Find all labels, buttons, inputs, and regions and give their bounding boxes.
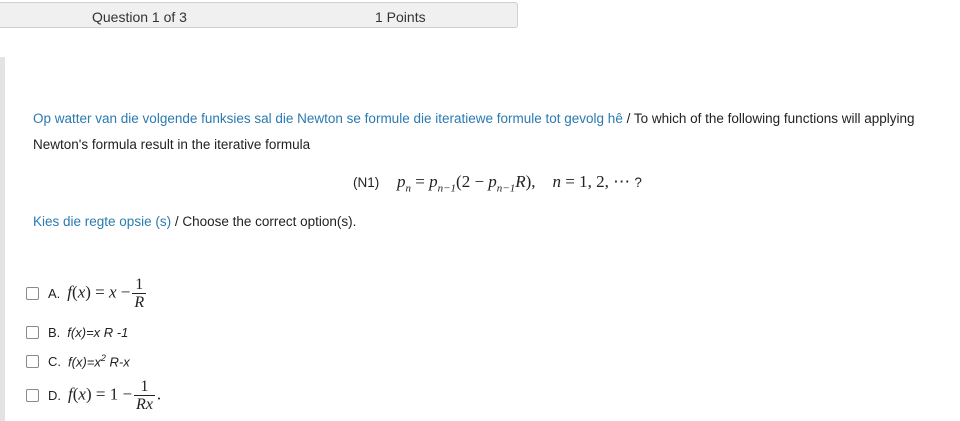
instruction-afrikaans: Kies die regte opsie (s): [33, 214, 172, 229]
equation-label: (N1): [353, 175, 380, 190]
option-b-text: f(x)=x R -1: [67, 325, 129, 340]
option-d-letter: D.: [48, 388, 61, 403]
option-b-checkbox[interactable]: [26, 326, 39, 339]
option-b[interactable]: B. f(x)=x R -1: [26, 325, 128, 340]
instruction: Kies die regte opsie (s) / Choose the co…: [33, 214, 356, 229]
equation-math: pn = pn−1(2 − pn−1R), n = 1, 2, ⋯: [397, 172, 635, 195]
option-c-text-before: f(x)=x: [68, 354, 101, 370]
option-a-letter: A.: [48, 286, 61, 301]
prompt-separator: /: [622, 111, 634, 126]
iterative-formula: (N1) pn = pn−1(2 − pn−1R), n = 1, 2, ⋯ ?: [353, 172, 642, 194]
prompt-english-line1: To which of the following functions will…: [633, 111, 915, 126]
question-prompt: Op watter van die volgende funksies sal …: [33, 106, 958, 158]
option-c-checkbox[interactable]: [26, 354, 39, 368]
question-header: Question 1 of 3 1 Points: [0, 2, 518, 28]
instruction-separator: /: [171, 214, 183, 229]
prompt-afrikaans: Op watter van die volgende funksies sal …: [33, 111, 623, 126]
option-c-text: f(x)=x2 R-x: [68, 353, 130, 369]
option-c-letter: C.: [48, 353, 61, 369]
instruction-english: Choose the correct option(s).: [182, 214, 357, 229]
option-a-checkbox[interactable]: [26, 287, 39, 300]
option-c-text-after: R-x: [105, 354, 130, 370]
option-b-letter: B.: [48, 325, 61, 340]
content-left-border: [0, 57, 5, 421]
option-a-formula: f(x) = x −1 R: [67, 276, 147, 311]
option-d-formula: f(x) = 1 −1 Rx.: [68, 378, 162, 413]
option-c[interactable]: C. f(x)=x2 R-x: [26, 353, 130, 369]
question-number: Question 1 of 3: [92, 9, 187, 25]
option-d-checkbox[interactable]: [26, 389, 39, 402]
question-points: 1 Points: [375, 9, 426, 25]
prompt-english-line2: Newton's formula result in the iterative…: [33, 137, 311, 152]
option-d[interactable]: D. f(x) = 1 −1 Rx.: [26, 378, 161, 413]
equation-tail: ?: [634, 175, 642, 190]
option-a[interactable]: A. f(x) = x −1 R: [26, 276, 148, 311]
